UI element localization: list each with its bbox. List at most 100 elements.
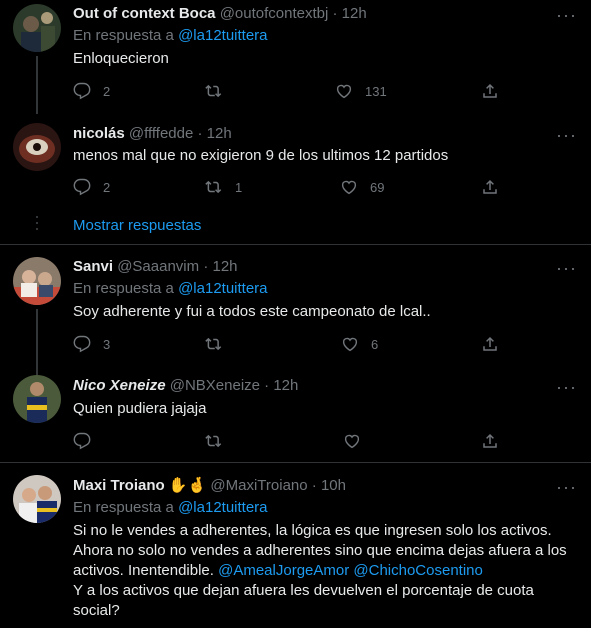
heart-icon <box>344 434 360 449</box>
retweet-button[interactable] <box>205 334 235 354</box>
more-options-icon[interactable]: ··· <box>556 259 577 277</box>
reply-to-mention[interactable]: @la12tuittera <box>178 499 267 516</box>
tweet-text: Enloquecieron <box>73 50 169 67</box>
action-bar: 2 131 <box>73 81 513 101</box>
share-button[interactable] <box>481 334 499 354</box>
reply-count: 2 <box>103 83 111 99</box>
reply-icon <box>73 178 91 196</box>
reply-prefix: En respuesta a <box>73 27 174 44</box>
display-name[interactable]: Maxi Troiano <box>73 477 165 494</box>
reply-context: En respuesta a @la12tuittera <box>73 498 268 518</box>
user-handle[interactable]: @ffffedde <box>129 125 193 142</box>
mention-link[interactable]: @AmealJorgeAmor <box>218 562 349 579</box>
retweet-count: 1 <box>235 179 243 195</box>
thread-continuation-dots <box>36 216 38 234</box>
share-button[interactable] <box>481 431 499 451</box>
tweet-text: menos mal que no exigieron 9 de los ulti… <box>73 147 449 164</box>
share-button[interactable] <box>481 81 499 101</box>
retweet-icon <box>205 337 222 351</box>
tweet-text-line: activos. Inentendible. @AmealJorgeAmor @… <box>73 561 583 581</box>
tweet-maxi-troiano[interactable]: Maxi Troiano ✋🤞 @MaxiTroiano · 10h ··· E… <box>0 463 591 628</box>
tweet-sanvi[interactable]: Sanvi @Saaanvim · 12h ··· En respuesta a… <box>0 245 591 375</box>
display-name[interactable]: Nico Xeneize <box>73 377 166 394</box>
reply-count: 3 <box>103 336 111 352</box>
display-name[interactable]: Sanvi <box>73 258 113 275</box>
tweet-out-of-context-boca[interactable]: Out of context Boca @outofcontextbj · 12… <box>0 0 591 114</box>
reply-button[interactable]: 2 <box>73 177 110 197</box>
user-handle[interactable]: @outofcontextbj <box>220 5 329 22</box>
avatar[interactable] <box>13 123 61 171</box>
show-replies-link[interactable]: Mostrar respuestas <box>73 216 201 236</box>
retweet-icon <box>205 434 222 448</box>
tweet-text-line: Ahora no solo no vendes a adherentes sin… <box>73 542 567 559</box>
timestamp[interactable]: 12h <box>342 5 367 22</box>
display-name[interactable]: nicolás <box>73 125 125 142</box>
action-bar <box>73 431 513 451</box>
retweet-button[interactable] <box>205 431 223 451</box>
reply-icon <box>73 432 91 450</box>
timestamp[interactable]: 12h <box>212 258 237 275</box>
like-count: 6 <box>371 336 379 352</box>
tweet-header: Out of context Boca @outofcontextbj · 12… <box>73 4 367 24</box>
like-button[interactable]: 6 <box>341 334 378 354</box>
user-handle[interactable]: @Saaanvim <box>117 258 199 275</box>
reply-button[interactable]: 2 <box>73 81 110 101</box>
like-button[interactable]: 69 <box>340 177 384 197</box>
tweet-text-line: Y a los activos que dejan afuera les dev… <box>73 582 534 599</box>
reply-context: En respuesta a @la12tuittera <box>73 26 268 46</box>
reply-to-mention[interactable]: @la12tuittera <box>178 280 267 297</box>
separator-dot: · <box>203 258 209 275</box>
tweet-header: Nico Xeneize @NBXeneize · 12h <box>73 376 298 396</box>
more-options-icon[interactable]: ··· <box>556 478 577 496</box>
display-name[interactable]: Out of context Boca <box>73 5 216 22</box>
like-button[interactable]: 131 <box>335 81 387 101</box>
mention-link[interactable]: @ChichoCosentino <box>353 562 482 579</box>
avatar[interactable] <box>13 375 61 423</box>
tweet-header: Maxi Troiano ✋🤞 @MaxiTroiano · 10h <box>73 476 346 496</box>
name-emoji: ✋🤞 <box>168 477 207 494</box>
avatar[interactable] <box>13 4 61 52</box>
user-handle[interactable]: @NBXeneize <box>170 377 260 394</box>
thread-line <box>36 56 38 114</box>
tweet-text-fragment: activos. Inentendible. <box>73 562 214 579</box>
reply-prefix: En respuesta a <box>73 280 174 297</box>
share-icon <box>483 433 497 448</box>
more-options-icon[interactable]: ··· <box>556 378 577 396</box>
reply-prefix: En respuesta a <box>73 499 174 516</box>
user-handle[interactable]: @MaxiTroiano <box>210 477 307 494</box>
action-bar: 2 1 69 <box>73 177 513 197</box>
tweet-text-line: Si no le vendes a adherentes, la lógica … <box>73 522 552 539</box>
reply-button[interactable]: 3 <box>73 334 110 354</box>
avatar[interactable] <box>13 475 61 523</box>
reply-icon <box>73 82 91 100</box>
tweet-nico-xeneize[interactable]: Nico Xeneize @NBXeneize · 12h ··· Quien … <box>0 365 591 462</box>
separator-dot: · <box>264 377 270 394</box>
reply-context: En respuesta a @la12tuittera <box>73 279 268 299</box>
tweet-text: Soy adherente y fui a todos este campeon… <box>73 303 431 320</box>
avatar[interactable] <box>13 257 61 305</box>
separator-dot: · <box>311 477 317 494</box>
like-button[interactable] <box>343 431 361 451</box>
tweet-feed: Out of context Boca @outofcontextbj · 12… <box>0 0 591 628</box>
timestamp[interactable]: 12h <box>207 125 232 142</box>
reply-icon <box>73 335 91 353</box>
tweet-nicolas[interactable]: nicolás @ffffedde · 12h ··· menos mal qu… <box>0 114 591 210</box>
timestamp[interactable]: 10h <box>321 477 346 494</box>
reply-button[interactable] <box>73 431 91 451</box>
tweet-text: Si no le vendes a adherentes, la lógica … <box>73 521 583 621</box>
retweet-button[interactable]: 1 <box>205 177 242 197</box>
share-button[interactable] <box>481 177 499 197</box>
separator-dot: · <box>332 5 338 22</box>
separator-dot: · <box>197 125 203 142</box>
action-bar: 3 6 <box>73 334 513 354</box>
share-icon <box>483 179 497 194</box>
more-options-icon[interactable]: ··· <box>556 6 577 24</box>
reply-to-mention[interactable]: @la12tuittera <box>178 27 267 44</box>
timestamp[interactable]: 12h <box>273 377 298 394</box>
retweet-button[interactable] <box>205 81 235 101</box>
reply-count: 2 <box>103 179 111 195</box>
heart-icon <box>341 180 357 195</box>
more-options-icon[interactable]: ··· <box>556 126 577 144</box>
like-count: 131 <box>365 83 387 99</box>
tweet-header: Sanvi @Saaanvim · 12h <box>73 257 238 277</box>
